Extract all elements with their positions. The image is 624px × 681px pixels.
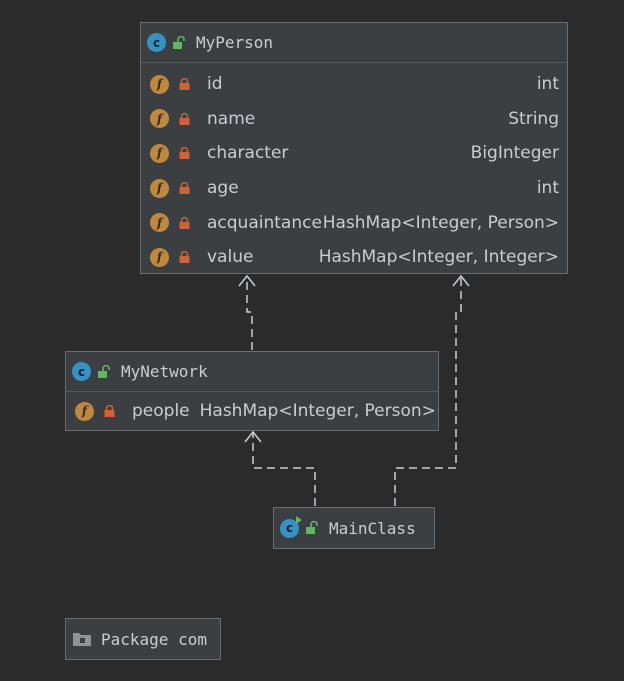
field-icon: f [150, 143, 169, 163]
field-name: acquaintance [207, 212, 322, 233]
field-list: f people HashMap<Integer, Person> [66, 392, 438, 431]
package-node[interactable]: Package com [65, 618, 221, 660]
field-type: HashMap<Integer, Person> [322, 212, 559, 233]
field-icon: f [150, 74, 169, 94]
field-icon: f [150, 109, 169, 129]
lock-icon [179, 78, 190, 91]
edge-mainclass-to-mynetwork [252, 432, 316, 506]
class-icon: c [72, 362, 91, 381]
lock-icon [179, 112, 190, 125]
field-row-value[interactable]: f value HashMap<Integer, Integer> [141, 240, 567, 275]
field-type: int [536, 74, 559, 95]
lock-icon [104, 405, 115, 418]
field-icon: f [150, 213, 169, 233]
field-type: HashMap<Integer, Integer> [318, 247, 559, 268]
class-name: MyPerson [196, 33, 274, 52]
package-label: Package com [101, 629, 207, 649]
field-type: HashMap<Integer, Person> [199, 401, 436, 422]
class-name: MyNetwork [121, 362, 208, 381]
unlock-icon [98, 364, 110, 378]
field-icon: f [75, 401, 94, 421]
field-row-name[interactable]: f name String [141, 102, 567, 137]
class-header: c MainClass [274, 508, 434, 548]
field-name: id [207, 74, 223, 95]
field-list: f id int f name String f character BigIn… [141, 63, 567, 279]
field-row-acquaintance[interactable]: f acquaintance HashMap<Integer, Person> [141, 205, 567, 240]
field-type: int [536, 178, 559, 199]
lock-icon [179, 216, 190, 229]
unlock-icon [306, 521, 318, 534]
class-node-mainclass[interactable]: c MainClass [273, 507, 435, 549]
class-name: MainClass [329, 518, 416, 538]
field-icon: f [150, 178, 169, 198]
field-name: name [207, 108, 256, 129]
field-name: people [132, 401, 190, 422]
class-node-myperson[interactable]: c MyPerson f id int f name String f char… [140, 22, 568, 274]
class-icon: c [147, 33, 166, 52]
field-name: age [207, 178, 239, 199]
field-name: character [207, 143, 289, 164]
main-class-icon: c [280, 515, 302, 538]
field-row-id[interactable]: f id int [141, 67, 567, 102]
field-type: BigInteger [470, 143, 559, 164]
field-icon: f [150, 247, 169, 267]
lock-icon [179, 251, 190, 264]
edge-mynetwork-to-myperson [246, 276, 253, 350]
field-row-age[interactable]: f age int [141, 171, 567, 206]
class-header: c MyPerson [141, 23, 567, 63]
class-node-mynetwork[interactable]: c MyNetwork f people HashMap<Integer, Pe… [65, 351, 439, 431]
field-name: value [207, 247, 254, 268]
unlock-icon [173, 35, 185, 49]
field-row-character[interactable]: f character BigInteger [141, 136, 567, 171]
lock-icon [179, 182, 190, 195]
class-header: c MyNetwork [66, 352, 438, 392]
field-type: String [508, 108, 559, 129]
lock-icon [179, 147, 190, 160]
folder-icon [73, 633, 91, 646]
field-row-people[interactable]: f people HashMap<Integer, Person> [66, 394, 438, 429]
